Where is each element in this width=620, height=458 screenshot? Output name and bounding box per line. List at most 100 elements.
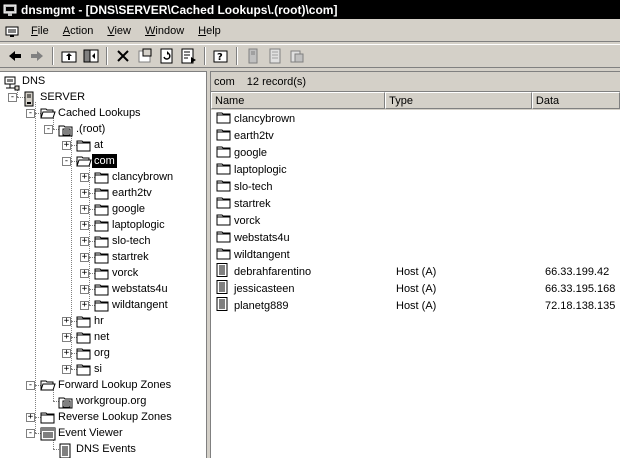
tree-item-slo-tech[interactable]: slo-tech bbox=[94, 233, 153, 249]
tree-item-root-zone[interactable]: .(root) bbox=[58, 121, 107, 137]
tree-item-label: .(root) bbox=[76, 123, 106, 135]
back-arrow-icon[interactable] bbox=[4, 46, 26, 66]
tree-item-workgroup-org[interactable]: workgroup.org bbox=[58, 393, 148, 409]
column-header-name[interactable]: Name bbox=[211, 92, 386, 109]
expand-icon[interactable]: + bbox=[62, 349, 71, 358]
list-item[interactable]: webstats4u bbox=[211, 229, 620, 246]
list-item[interactable]: slo-tech bbox=[211, 178, 620, 195]
expand-icon[interactable]: + bbox=[80, 173, 89, 182]
tree-item-dns-events[interactable]: DNS Events bbox=[58, 441, 138, 458]
console-window-icon[interactable] bbox=[4, 23, 20, 39]
tree-item-earth2tv[interactable]: earth2tv bbox=[94, 185, 154, 201]
tree-item-reverse-lookup-zones[interactable]: Reverse Lookup Zones bbox=[40, 409, 174, 425]
menu-window[interactable]: Window bbox=[138, 22, 191, 41]
tree-item-laptoplogic[interactable]: laptoplogic bbox=[94, 217, 167, 233]
menu-view[interactable]: View bbox=[100, 22, 138, 41]
list-item[interactable]: debrahfarentino Host (A) 66.33.199.42 bbox=[211, 263, 620, 280]
expand-icon[interactable]: + bbox=[80, 301, 89, 310]
tree-item-cached-lookups[interactable]: Cached Lookups bbox=[40, 105, 143, 121]
folder-icon bbox=[94, 299, 110, 312]
expand-icon[interactable]: + bbox=[62, 317, 71, 326]
console-tree[interactable]: DNS SERVER - Cached Lookups - .(root) - at + com -… bbox=[0, 71, 207, 458]
expand-icon[interactable]: + bbox=[62, 141, 71, 150]
host-record-icon bbox=[216, 263, 232, 280]
tree-item-vorck[interactable]: vorck bbox=[94, 265, 140, 281]
collapse-icon[interactable]: - bbox=[26, 429, 35, 438]
column-header-type[interactable]: Type bbox=[385, 92, 532, 109]
tree-item-net[interactable]: net bbox=[76, 329, 111, 345]
expand-icon[interactable]: + bbox=[80, 221, 89, 230]
list-item[interactable]: startrek bbox=[211, 195, 620, 212]
list-item[interactable]: google bbox=[211, 144, 620, 161]
expand-icon[interactable]: + bbox=[80, 269, 89, 278]
expand-icon[interactable]: + bbox=[62, 365, 71, 374]
list-item[interactable]: earth2tv bbox=[211, 127, 620, 144]
tree-item-google[interactable]: google bbox=[94, 201, 147, 217]
collapse-icon[interactable]: - bbox=[44, 125, 53, 134]
new-mail-exchanger-icon[interactable] bbox=[286, 46, 308, 66]
list-item[interactable]: clancybrown bbox=[211, 110, 620, 127]
list-item[interactable]: vorck bbox=[211, 212, 620, 229]
tree-item-com[interactable]: com bbox=[76, 153, 117, 169]
folder-icon bbox=[216, 247, 232, 263]
expand-icon[interactable]: + bbox=[80, 205, 89, 214]
tree-item-forward-lookup-zones[interactable]: Forward Lookup Zones bbox=[40, 377, 173, 393]
open-folder-icon bbox=[40, 107, 56, 120]
expand-icon[interactable]: + bbox=[80, 285, 89, 294]
tree-item-label: Forward Lookup Zones bbox=[58, 379, 172, 391]
toolbar: ? bbox=[0, 44, 620, 68]
record-data: 66.33.195.168 bbox=[545, 282, 616, 295]
show-hide-tree-icon[interactable] bbox=[80, 46, 102, 66]
expand-icon[interactable]: + bbox=[80, 237, 89, 246]
forward-arrow-icon[interactable] bbox=[26, 46, 48, 66]
list-item[interactable]: wildtangent bbox=[211, 246, 620, 263]
collapse-icon[interactable]: - bbox=[8, 93, 17, 102]
collapse-icon[interactable]: - bbox=[62, 157, 71, 166]
list-item[interactable]: laptoplogic bbox=[211, 161, 620, 178]
help-icon[interactable]: ? bbox=[210, 46, 232, 66]
properties-icon[interactable] bbox=[134, 46, 156, 66]
refresh-icon[interactable] bbox=[156, 46, 178, 66]
up-folder-icon[interactable] bbox=[58, 46, 80, 66]
record-name: slo-tech bbox=[234, 180, 273, 193]
tree-item-at[interactable]: at bbox=[76, 137, 105, 153]
tree-item-server[interactable]: SERVER bbox=[22, 89, 87, 106]
tree-item-startrek[interactable]: startrek bbox=[94, 249, 151, 265]
tree-item-wildtangent[interactable]: wildtangent bbox=[94, 297, 170, 313]
new-host-icon[interactable] bbox=[242, 46, 264, 66]
tree-item-org[interactable]: org bbox=[76, 345, 112, 361]
record-data: 72.18.138.135 bbox=[545, 299, 616, 312]
record-type: Host (A) bbox=[396, 282, 437, 295]
collapse-icon[interactable]: - bbox=[26, 381, 35, 390]
tree-item-hr[interactable]: hr bbox=[76, 313, 106, 329]
delete-icon[interactable] bbox=[112, 46, 134, 66]
column-header-data[interactable]: Data bbox=[531, 92, 620, 109]
tree-item-event-viewer[interactable]: Event Viewer bbox=[40, 425, 125, 441]
expand-icon[interactable]: + bbox=[26, 413, 35, 422]
list-item[interactable]: jessicasteen Host (A) 66.33.195.168 bbox=[211, 280, 620, 297]
menu-view-label: iew bbox=[114, 24, 131, 37]
tree-item-label: org bbox=[94, 347, 110, 359]
tree-item-clancybrown[interactable]: clancybrown bbox=[94, 169, 175, 185]
folder-icon bbox=[216, 128, 232, 144]
new-alias-icon[interactable] bbox=[264, 46, 286, 66]
title-bar[interactable]: dnsmgmt - [DNS\SERVER\Cached Lookups\.(r… bbox=[0, 0, 620, 19]
details-pane[interactable]: com 12 record(s) Name Type Data clancybr… bbox=[210, 71, 620, 458]
tree-item-webstats4u[interactable]: webstats4u bbox=[94, 281, 170, 297]
expand-icon[interactable]: + bbox=[62, 333, 71, 342]
host-record-icon bbox=[216, 280, 232, 297]
tree-item-dns[interactable]: DNS bbox=[4, 73, 47, 90]
menu-file[interactable]: File bbox=[24, 22, 56, 41]
export-list-icon[interactable] bbox=[178, 46, 200, 66]
folder-icon bbox=[216, 213, 232, 229]
tree-item-si[interactable]: si bbox=[76, 361, 104, 377]
window-title: dnsmgmt - [DNS\SERVER\Cached Lookups\.(r… bbox=[21, 2, 338, 17]
record-name: webstats4u bbox=[234, 231, 290, 244]
menu-help[interactable]: Help bbox=[191, 22, 228, 41]
expand-icon[interactable]: + bbox=[80, 189, 89, 198]
menu-action[interactable]: Action bbox=[56, 22, 101, 41]
collapse-icon[interactable]: - bbox=[26, 109, 35, 118]
expand-icon[interactable]: + bbox=[80, 253, 89, 262]
list-item[interactable]: planetg889 Host (A) 72.18.138.135 bbox=[211, 297, 620, 314]
dns-app-icon[interactable] bbox=[3, 3, 17, 17]
